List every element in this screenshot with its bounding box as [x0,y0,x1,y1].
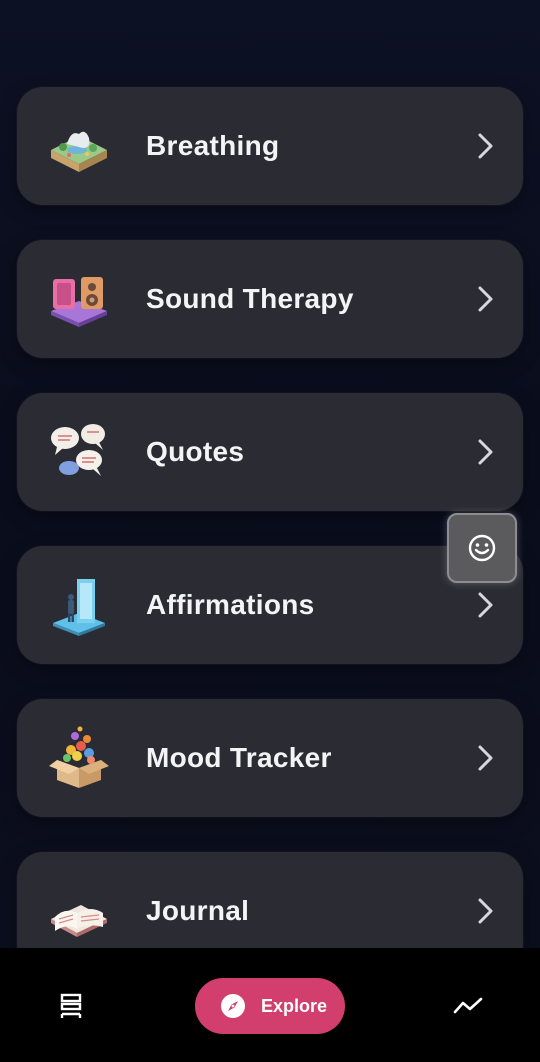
explore-label: Explore [261,995,328,1016]
chevron-right-icon [478,592,493,618]
chevron-right-icon [478,898,493,924]
explore-tab-button[interactable]: Explore [195,978,345,1034]
menu-item-quotes[interactable]: Quotes [17,393,523,511]
menu-item-sound-therapy[interactable]: Sound Therapy [17,240,523,358]
smiley-face-icon [468,534,496,562]
speech-bubbles-icon [51,424,105,476]
stack-icon[interactable] [57,992,85,1020]
trend-line-icon[interactable] [452,994,484,1018]
breathing-garden-icon [51,131,107,172]
menu-item-mood-tracker[interactable]: Mood Tracker [17,699,523,817]
mood-box-icon [49,726,109,788]
chevron-right-icon [478,745,493,771]
menu-item-label: Breathing [146,130,280,161]
menu-item-journal[interactable]: Journal [17,852,523,948]
chevron-right-icon [478,286,493,312]
menu-item-breathing[interactable]: Breathing [17,87,523,205]
bottom-navigation: Explore [0,948,540,1062]
speaker-icon [51,277,107,327]
menu-item-label: Sound Therapy [146,283,354,314]
open-book-icon [51,905,107,937]
menu-item-label: Mood Tracker [146,742,332,773]
mood-floating-button[interactable] [447,513,517,583]
mirror-icon [53,579,105,636]
chevron-right-icon [478,439,493,465]
menu-list: Breathing Sound Therapy Quotes Affirmati… [0,0,540,948]
chevron-right-icon [478,133,493,159]
compass-icon [221,994,245,1018]
menu-item-label: Affirmations [146,589,315,620]
menu-item-label: Journal [146,895,250,926]
menu-item-label: Quotes [146,436,245,467]
